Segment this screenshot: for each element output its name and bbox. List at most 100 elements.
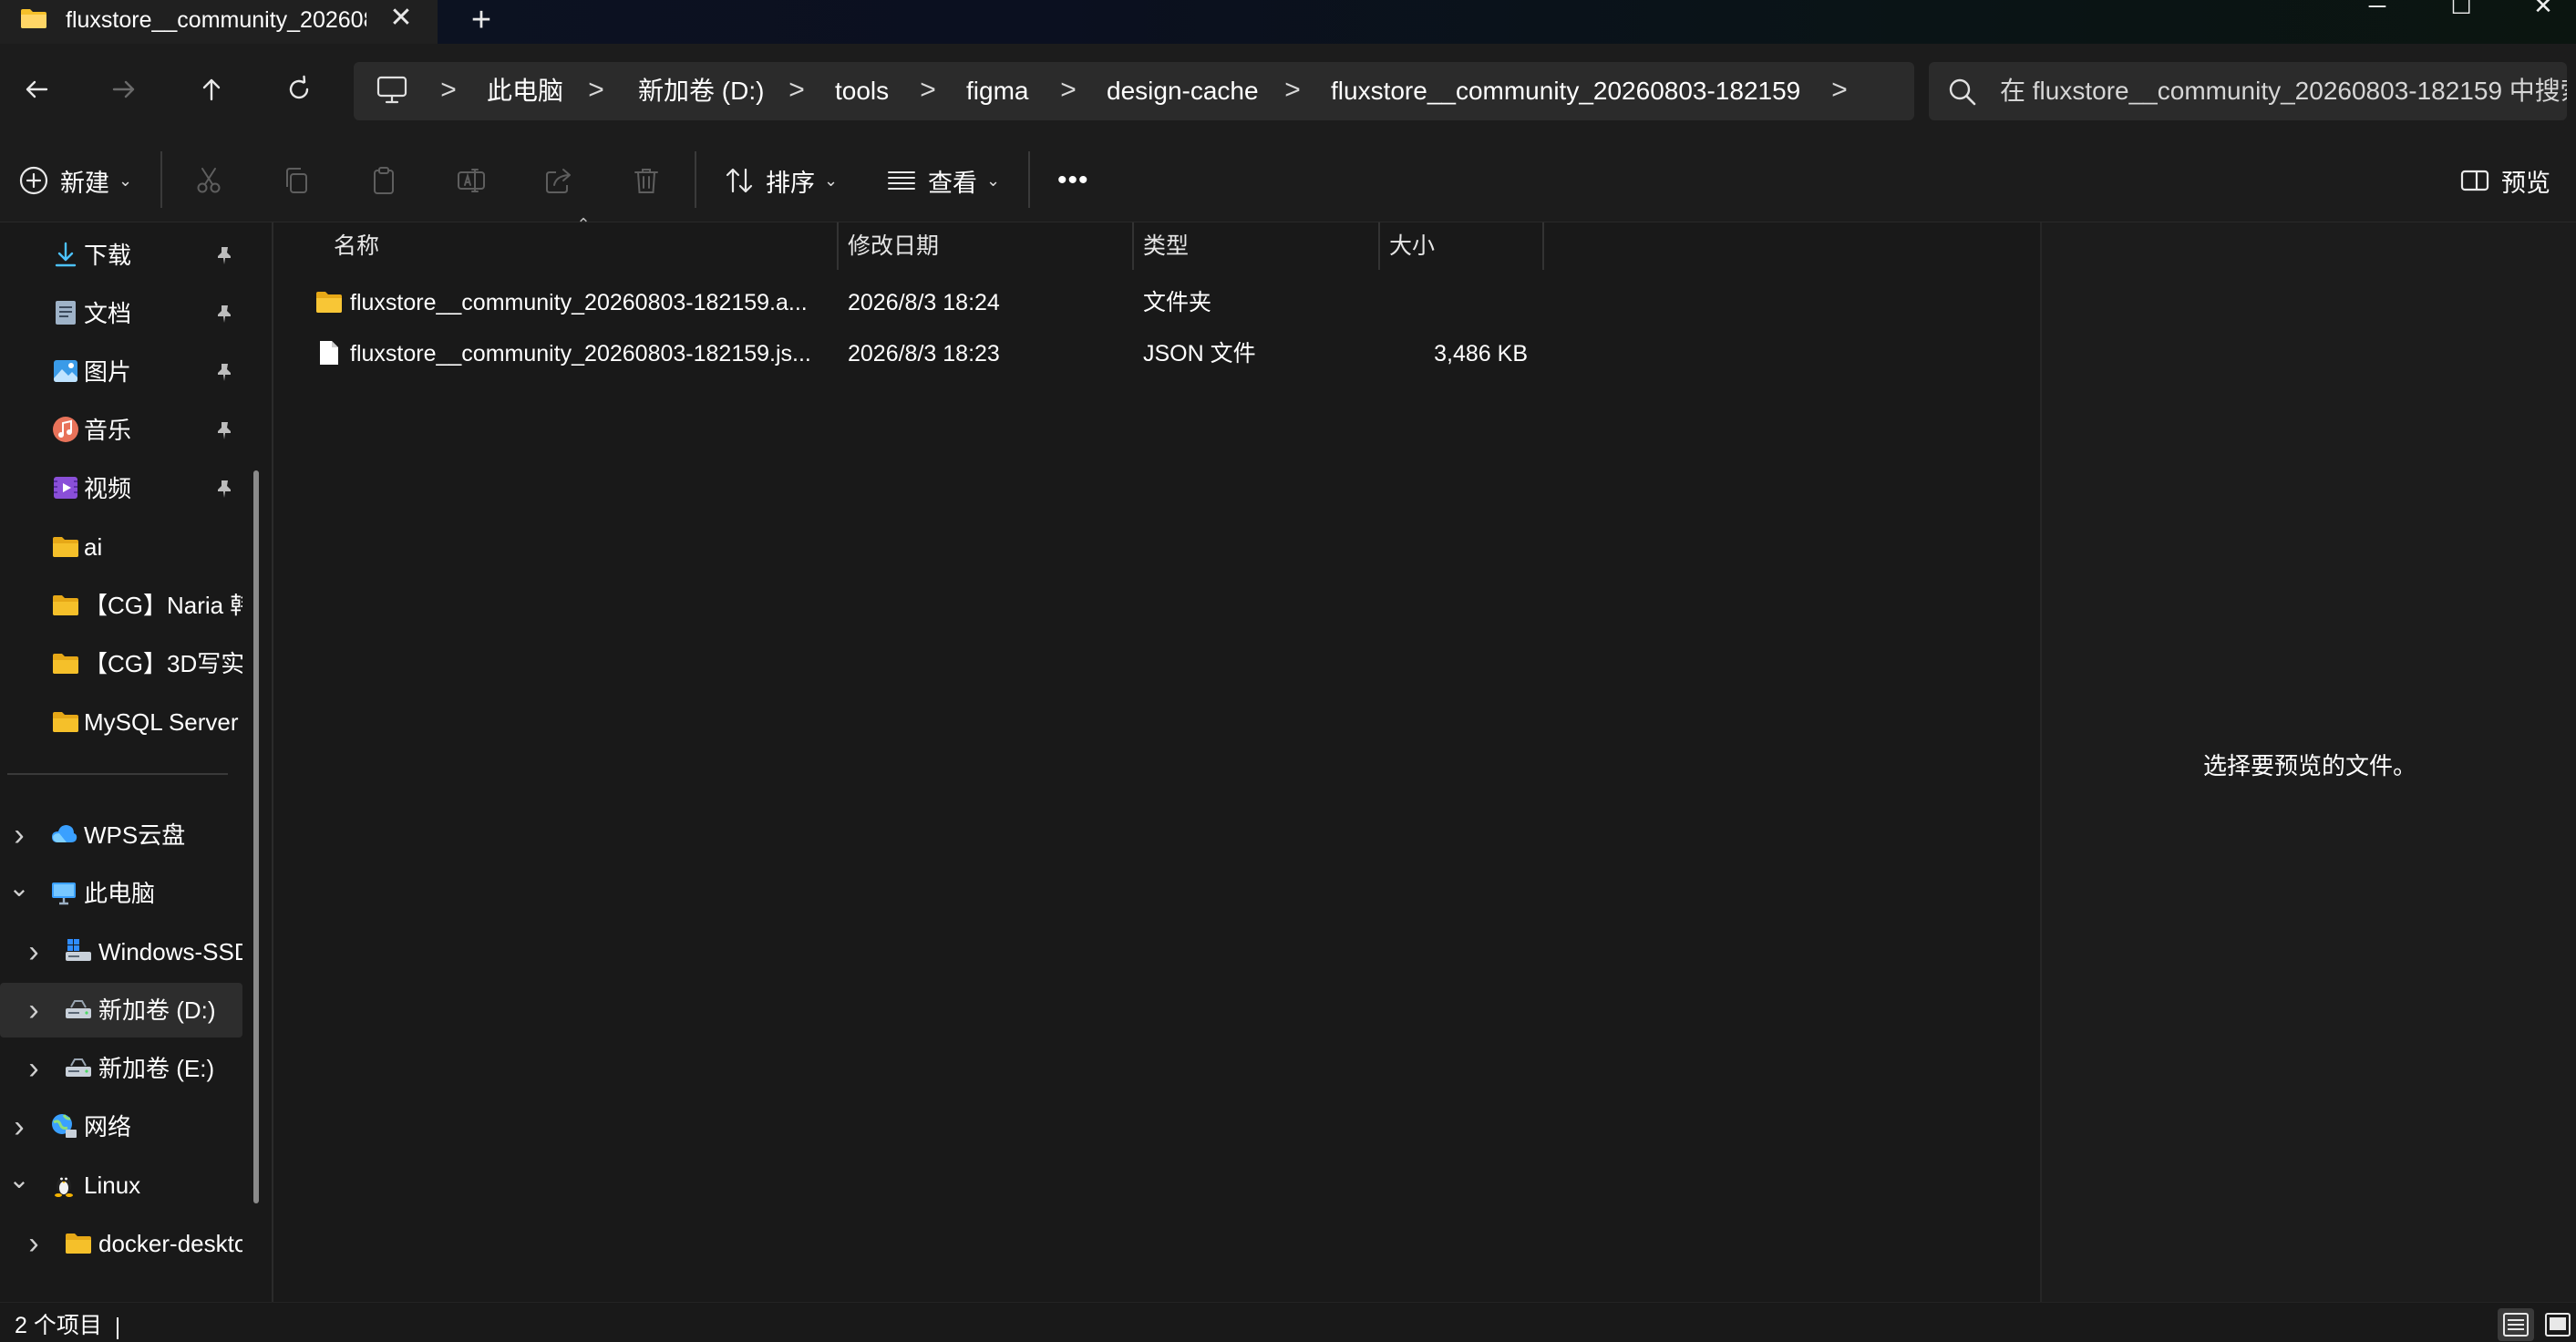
pin-icon[interactable]	[213, 303, 235, 325]
column-header-modified[interactable]: 修改日期	[848, 222, 939, 270]
breadcrumb-separator: >	[788, 75, 805, 105]
sidebar-item[interactable]: 【CG】Naria 韩	[0, 578, 242, 633]
preview-pane-button[interactable]: 预览	[2459, 155, 2550, 206]
tree-item[interactable]: › WPS云盘	[0, 808, 242, 862]
rename-button[interactable]	[456, 155, 487, 206]
chevron-down-icon[interactable]: ⌄	[7, 866, 31, 921]
tree-item[interactable]: › 新加卷 (D:)	[0, 983, 242, 1037]
up-button[interactable]	[186, 64, 237, 115]
file-type: 文件夹	[1143, 290, 1212, 315]
network-icon	[49, 1111, 78, 1141]
document-icon	[51, 298, 80, 327]
folder-icon	[21, 9, 46, 28]
sidebar-item[interactable]: 文档	[0, 286, 242, 341]
column-header-size[interactable]: 大小	[1389, 222, 1435, 270]
maximize-button[interactable]: ☐	[2434, 0, 2488, 18]
sort-button[interactable]: 排序 ⌄	[724, 155, 838, 206]
close-window-button[interactable]: ✕	[2516, 0, 2571, 18]
more-options-icon: •••	[1057, 165, 1089, 195]
tree-item[interactable]: › 网络	[0, 1099, 242, 1154]
tree-item-label: 网络	[84, 1113, 132, 1141]
chevron-down-icon: ⌄	[118, 170, 133, 190]
sidebar-divider	[7, 773, 228, 775]
breadcrumb-current-folder[interactable]: fluxstore__community_20260803-182159	[1331, 62, 1800, 120]
pin-icon[interactable]	[213, 419, 235, 441]
file-row[interactable]: fluxstore__community_20260803-182159.js.…	[306, 328, 1819, 379]
breadcrumb-expand-chevron[interactable]: >	[1829, 62, 1850, 120]
sidebar-item[interactable]: MySQL Server 8	[0, 695, 242, 749]
drive-icon	[64, 1053, 93, 1082]
file-row[interactable]: fluxstore__community_20260803-182159.a..…	[306, 277, 1819, 328]
refresh-button[interactable]	[273, 64, 325, 115]
paste-button[interactable]	[368, 155, 399, 206]
sidebar-item[interactable]: ai	[0, 520, 242, 574]
pin-icon[interactable]	[213, 361, 235, 383]
column-header-name[interactable]: 名称	[334, 222, 379, 270]
tree-item-label: WPS云盘	[84, 821, 186, 849]
chevron-down-icon[interactable]: ⌄	[7, 1158, 31, 1213]
sidebar-item[interactable]: 下载	[0, 228, 242, 283]
minimize-button[interactable]: ─	[2350, 0, 2405, 18]
new-tab-button[interactable]: +	[465, 2, 498, 38]
sidebar-item-label: 【CG】Naria 韩	[84, 592, 242, 619]
sidebar-item[interactable]: 视频	[0, 461, 242, 516]
breadcrumb-tools[interactable]: tools	[835, 62, 889, 120]
view-button[interactable]: 查看 ⌄	[886, 155, 1000, 206]
tree-item[interactable]: › 新加卷 (E:)	[0, 1041, 242, 1096]
cut-button[interactable]	[193, 155, 224, 206]
chevron-right-icon[interactable]: ›	[7, 1099, 31, 1154]
column-divider[interactable]	[1542, 222, 1544, 270]
breadcrumb-drive-d[interactable]: 新加卷 (D:)	[638, 62, 764, 120]
rename-icon	[458, 169, 485, 192]
sidebar-item[interactable]: 音乐	[0, 403, 242, 458]
search-icon	[1949, 78, 1976, 106]
sidebar-scrollbar[interactable]	[253, 470, 259, 1203]
file-icon	[320, 341, 338, 365]
pin-icon[interactable]	[213, 478, 235, 500]
tree-item[interactable]: ⌄ 此电脑	[0, 866, 242, 921]
breadcrumb[interactable]: > 此电脑 > 新加卷 (D:) > tools > figma > desig…	[354, 62, 1914, 120]
delete-button[interactable]	[631, 155, 662, 206]
tree-item[interactable]: ⌄ Linux	[0, 1158, 242, 1213]
chevron-down-icon: ⌄	[986, 170, 1001, 190]
tree-item[interactable]: › docker-desktop	[0, 1216, 242, 1271]
chevron-right-icon[interactable]: ›	[22, 924, 46, 979]
navigation-pane[interactable]: 下载文档图片音乐视频 ai 【CG】Naria 韩【CG】3D写实原 MySQL Se…	[0, 222, 273, 1302]
chevron-right-icon[interactable]: ›	[22, 1216, 46, 1271]
tab-close-button[interactable]: ✕	[386, 2, 416, 35]
chevron-right-icon[interactable]: ›	[7, 808, 31, 862]
file-name: fluxstore__community_20260803-182159.a..…	[350, 290, 808, 315]
linux-icon	[49, 1170, 78, 1199]
search-input[interactable]: 在 fluxstore__community_20260803-182159 中…	[1929, 62, 2567, 120]
share-button[interactable]	[543, 155, 574, 206]
column-divider[interactable]	[1378, 222, 1380, 270]
breadcrumb-design-cache[interactable]: design-cache	[1107, 62, 1259, 120]
file-explorer-window: fluxstore__community_20260803-182159 ✕ +…	[0, 0, 2576, 1342]
refresh-icon	[289, 75, 309, 99]
chevron-right-icon[interactable]: ›	[22, 1041, 46, 1096]
more-options-button[interactable]: •••	[1057, 155, 1089, 206]
copy-button[interactable]	[281, 155, 312, 206]
tab-current[interactable]: fluxstore__community_20260803-182159 ✕	[0, 0, 438, 44]
sidebar-item[interactable]: 图片	[0, 345, 242, 399]
tree-item-label: 新加卷 (D:)	[98, 996, 216, 1024]
back-button[interactable]	[11, 64, 62, 115]
column-divider[interactable]	[1132, 222, 1134, 270]
tiles-view-button[interactable]	[2540, 1308, 2576, 1341]
preview-pane: 选择要预览的文件。	[2040, 222, 2576, 1302]
tree-item[interactable]: › Windows-SSD	[0, 924, 242, 979]
forward-button[interactable]	[98, 64, 149, 115]
breadcrumb-figma[interactable]: figma	[966, 62, 1028, 120]
breadcrumb-this-pc[interactable]: 此电脑	[487, 62, 563, 120]
column-divider[interactable]	[837, 222, 839, 270]
arrow-left-icon	[26, 80, 48, 98]
pictures-icon	[51, 356, 80, 386]
sidebar-item[interactable]: 【CG】3D写实原	[0, 636, 242, 691]
chevron-right-icon[interactable]: ›	[22, 983, 46, 1037]
new-button[interactable]: 新建 ⌄	[18, 155, 132, 206]
preview-message: 选择要预览的文件。	[2202, 752, 2416, 779]
column-header-type[interactable]: 类型	[1143, 222, 1189, 270]
details-view-button[interactable]	[2498, 1308, 2534, 1341]
file-list[interactable]: ⌃ 名称 修改日期 类型 大小 fluxstore__community_202…	[275, 215, 2040, 1302]
pin-icon[interactable]	[213, 244, 235, 266]
